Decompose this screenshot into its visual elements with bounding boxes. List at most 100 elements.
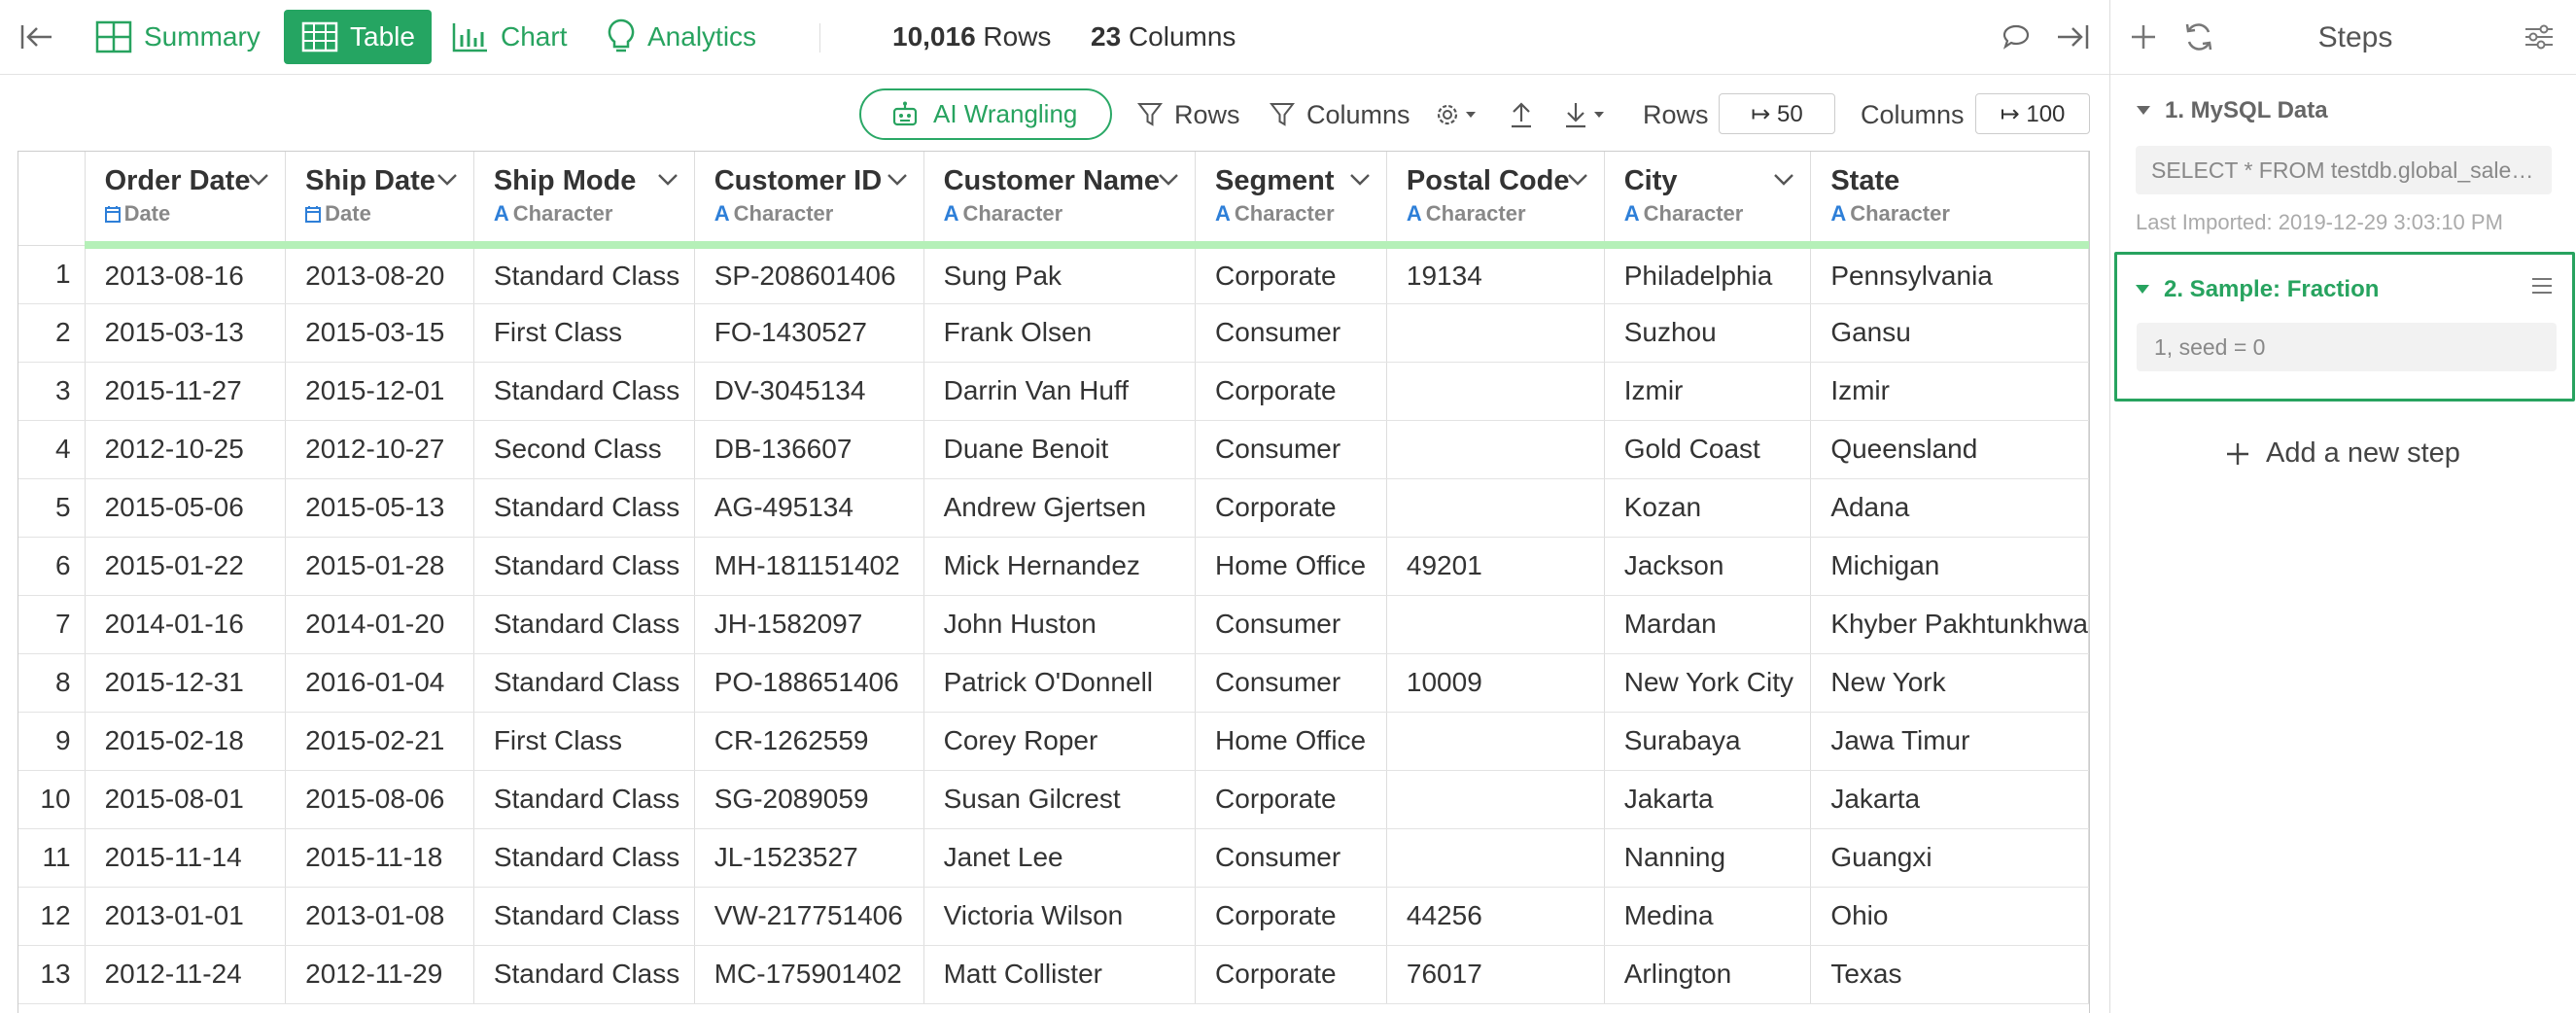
- table-cell[interactable]: Darrin Van Huff: [923, 362, 1197, 421]
- table-cell[interactable]: Standard Class: [473, 537, 695, 596]
- table-cell[interactable]: Queensland: [1810, 420, 2089, 479]
- table-cell[interactable]: Michigan: [1810, 537, 2089, 596]
- table-cell[interactable]: Nanning: [1604, 828, 1812, 888]
- upload-icon[interactable]: [1509, 95, 1546, 134]
- table-cell[interactable]: Matt Collister: [923, 945, 1197, 1004]
- table-cell[interactable]: Philadelphia: [1604, 245, 1812, 304]
- table-cell[interactable]: New York City: [1604, 653, 1812, 713]
- table-cell[interactable]: Mick Hernandez: [923, 537, 1197, 596]
- chevron-down-icon[interactable]: [657, 173, 679, 192]
- table-cell[interactable]: Arlington: [1604, 945, 1812, 1004]
- table-cell[interactable]: 2013-01-08: [285, 887, 474, 946]
- table-cell[interactable]: FO-1430527: [694, 303, 924, 363]
- table-cell[interactable]: Standard Class: [473, 595, 695, 654]
- column-header[interactable]: Postal Code A Character: [1386, 152, 1605, 249]
- column-header[interactable]: Ship Mode A Character: [473, 152, 695, 249]
- table-cell[interactable]: Home Office: [1195, 537, 1387, 596]
- table-cell[interactable]: First Class: [473, 712, 695, 771]
- table-cell[interactable]: [1386, 770, 1605, 829]
- table-cell[interactable]: Consumer: [1195, 595, 1387, 654]
- chevron-down-icon[interactable]: [436, 173, 458, 192]
- collapse-left-icon[interactable]: [17, 19, 56, 54]
- table-cell[interactable]: Sung Pak: [923, 245, 1197, 304]
- table-cell[interactable]: Adana: [1810, 478, 2089, 538]
- table-cell[interactable]: Andrew Gjertsen: [923, 478, 1197, 538]
- table-cell[interactable]: 2013-08-16: [85, 245, 287, 304]
- table-cell[interactable]: Corporate: [1195, 362, 1387, 421]
- table-cell[interactable]: Standard Class: [473, 478, 695, 538]
- table-cell[interactable]: 2014-01-20: [285, 595, 474, 654]
- table-cell[interactable]: Standard Class: [473, 362, 695, 421]
- table-cell[interactable]: Suzhou: [1604, 303, 1812, 363]
- table-cell[interactable]: Pennsylvania: [1810, 245, 2089, 304]
- column-header[interactable]: Customer ID A Character: [694, 152, 924, 249]
- table-cell[interactable]: 2015-11-14: [85, 828, 287, 888]
- column-header[interactable]: Segment A Character: [1195, 152, 1387, 249]
- columns-limit-input[interactable]: ↦ 100: [1975, 93, 2090, 134]
- download-dropdown[interactable]: [1563, 95, 1621, 134]
- table-cell[interactable]: AG-495134: [694, 478, 924, 538]
- table-cell[interactable]: First Class: [473, 303, 695, 363]
- table-cell[interactable]: Home Office: [1195, 712, 1387, 771]
- table-cell[interactable]: [1386, 420, 1605, 479]
- table-cell[interactable]: Standard Class: [473, 828, 695, 888]
- table-cell[interactable]: Patrick O'Donnell: [923, 653, 1197, 713]
- tab-summary[interactable]: Summary: [95, 10, 261, 64]
- table-cell[interactable]: New York: [1810, 653, 2089, 713]
- table-cell[interactable]: Guangxi: [1810, 828, 2089, 888]
- table-cell[interactable]: 2015-05-06: [85, 478, 287, 538]
- column-header[interactable]: City A Character: [1604, 152, 1812, 249]
- step-1-header[interactable]: 1. MySQL Data: [2136, 97, 2328, 124]
- column-header[interactable]: Ship Date Date: [285, 152, 474, 249]
- table-cell[interactable]: Standard Class: [473, 653, 695, 713]
- table-cell[interactable]: JL-1523527: [694, 828, 924, 888]
- chevron-down-icon[interactable]: [1773, 173, 1794, 192]
- table-cell[interactable]: 2015-12-01: [285, 362, 474, 421]
- table-cell[interactable]: Consumer: [1195, 653, 1387, 713]
- table-cell[interactable]: Jawa Timur: [1810, 712, 2089, 771]
- refresh-icon[interactable]: [2182, 19, 2215, 59]
- add-step-button[interactable]: Add a new step: [2225, 437, 2460, 470]
- table-cell[interactable]: Medina: [1604, 887, 1812, 946]
- comment-icon[interactable]: [1999, 19, 2034, 54]
- table-cell[interactable]: Standard Class: [473, 887, 695, 946]
- table-cell[interactable]: Corporate: [1195, 945, 1387, 1004]
- table-cell[interactable]: Corporate: [1195, 245, 1387, 304]
- table-cell[interactable]: 2015-11-27: [85, 362, 287, 421]
- table-cell[interactable]: SP-208601406: [694, 245, 924, 304]
- table-cell[interactable]: 2014-01-16: [85, 595, 287, 654]
- table-cell[interactable]: Frank Olsen: [923, 303, 1197, 363]
- sliders-icon[interactable]: [2523, 19, 2556, 59]
- table-cell[interactable]: 2013-01-01: [85, 887, 287, 946]
- step-1-query[interactable]: SELECT * FROM testdb.global_sales_data: [2136, 146, 2552, 194]
- step-2-header[interactable]: 2. Sample: Fraction: [2135, 276, 2379, 303]
- columns-filter-button[interactable]: Columns: [1270, 95, 1410, 134]
- table-cell[interactable]: Khyber Pakhtunkhwa: [1810, 595, 2089, 654]
- table-cell[interactable]: Surabaya: [1604, 712, 1812, 771]
- table-cell[interactable]: Texas: [1810, 945, 2089, 1004]
- table-cell[interactable]: Susan Gilcrest: [923, 770, 1197, 829]
- tab-chart[interactable]: Chart: [452, 10, 567, 64]
- table-cell[interactable]: Jakarta: [1604, 770, 1812, 829]
- table-cell[interactable]: 2015-12-31: [85, 653, 287, 713]
- table-cell[interactable]: Izmir: [1604, 362, 1812, 421]
- table-cell[interactable]: Mardan: [1604, 595, 1812, 654]
- table-cell[interactable]: 2012-11-29: [285, 945, 474, 1004]
- table-cell[interactable]: 2015-08-06: [285, 770, 474, 829]
- table-cell[interactable]: Jackson: [1604, 537, 1812, 596]
- table-cell[interactable]: Kozan: [1604, 478, 1812, 538]
- table-cell[interactable]: [1386, 595, 1605, 654]
- plus-icon[interactable]: [2128, 19, 2159, 59]
- table-cell[interactable]: 2015-02-18: [85, 712, 287, 771]
- table-cell[interactable]: Ohio: [1810, 887, 2089, 946]
- table-cell[interactable]: Gansu: [1810, 303, 2089, 363]
- table-cell[interactable]: Corporate: [1195, 770, 1387, 829]
- table-cell[interactable]: [1386, 362, 1605, 421]
- table-cell[interactable]: 2012-10-25: [85, 420, 287, 479]
- chevron-down-icon[interactable]: [1349, 173, 1371, 192]
- table-cell[interactable]: Jakarta: [1810, 770, 2089, 829]
- hamburger-menu-icon[interactable]: [2529, 274, 2555, 302]
- table-cell[interactable]: SG-2089059: [694, 770, 924, 829]
- table-cell[interactable]: 2016-01-04: [285, 653, 474, 713]
- table-cell[interactable]: Gold Coast: [1604, 420, 1812, 479]
